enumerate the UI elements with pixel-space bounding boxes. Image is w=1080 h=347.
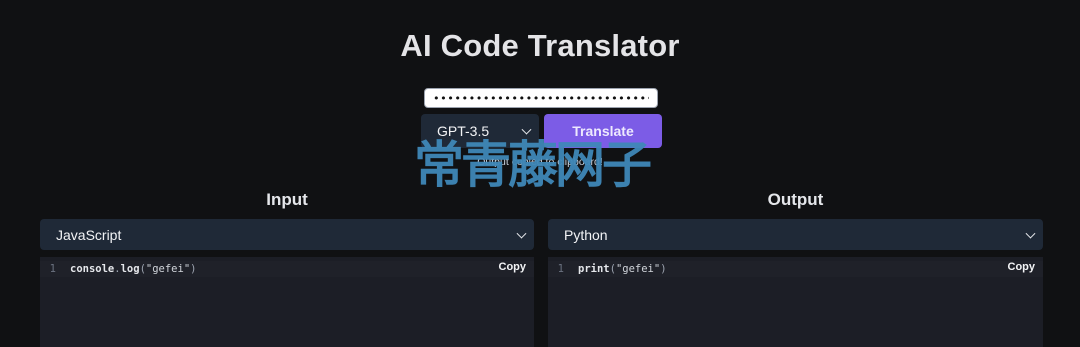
- chevron-down-icon: [1025, 228, 1036, 239]
- input-language-select[interactable]: JavaScript: [40, 219, 534, 250]
- input-language-value: JavaScript: [56, 226, 122, 243]
- code-content: print("gefei"): [578, 263, 667, 275]
- output-language-value: Python: [564, 226, 608, 243]
- code-line: 1 console.log("gefei"): [40, 261, 534, 277]
- line-number: 1: [49, 263, 56, 275]
- input-panel-title: Input: [266, 190, 308, 209]
- code-line: 1 print("gefei"): [548, 261, 1043, 277]
- line-number: 1: [557, 263, 564, 275]
- output-language-select[interactable]: Python: [548, 219, 1043, 250]
- chevron-down-icon: [516, 228, 527, 239]
- output-code-editor[interactable]: 1 print("gefei") Copy: [548, 257, 1043, 347]
- page-title: AI Code Translator: [400, 28, 680, 63]
- output-copy-button[interactable]: Copy: [1004, 259, 1040, 275]
- input-copy-button[interactable]: Copy: [495, 259, 531, 275]
- watermark-text: 常青藤网子: [414, 136, 652, 194]
- output-panel-title: Output: [767, 190, 824, 209]
- chevron-down-icon: [521, 124, 532, 135]
- api-key-input[interactable]: [424, 88, 658, 108]
- code-content: console.log("gefei"): [70, 263, 197, 275]
- input-code-editor[interactable]: 1 console.log("gefei") Copy: [40, 257, 534, 347]
